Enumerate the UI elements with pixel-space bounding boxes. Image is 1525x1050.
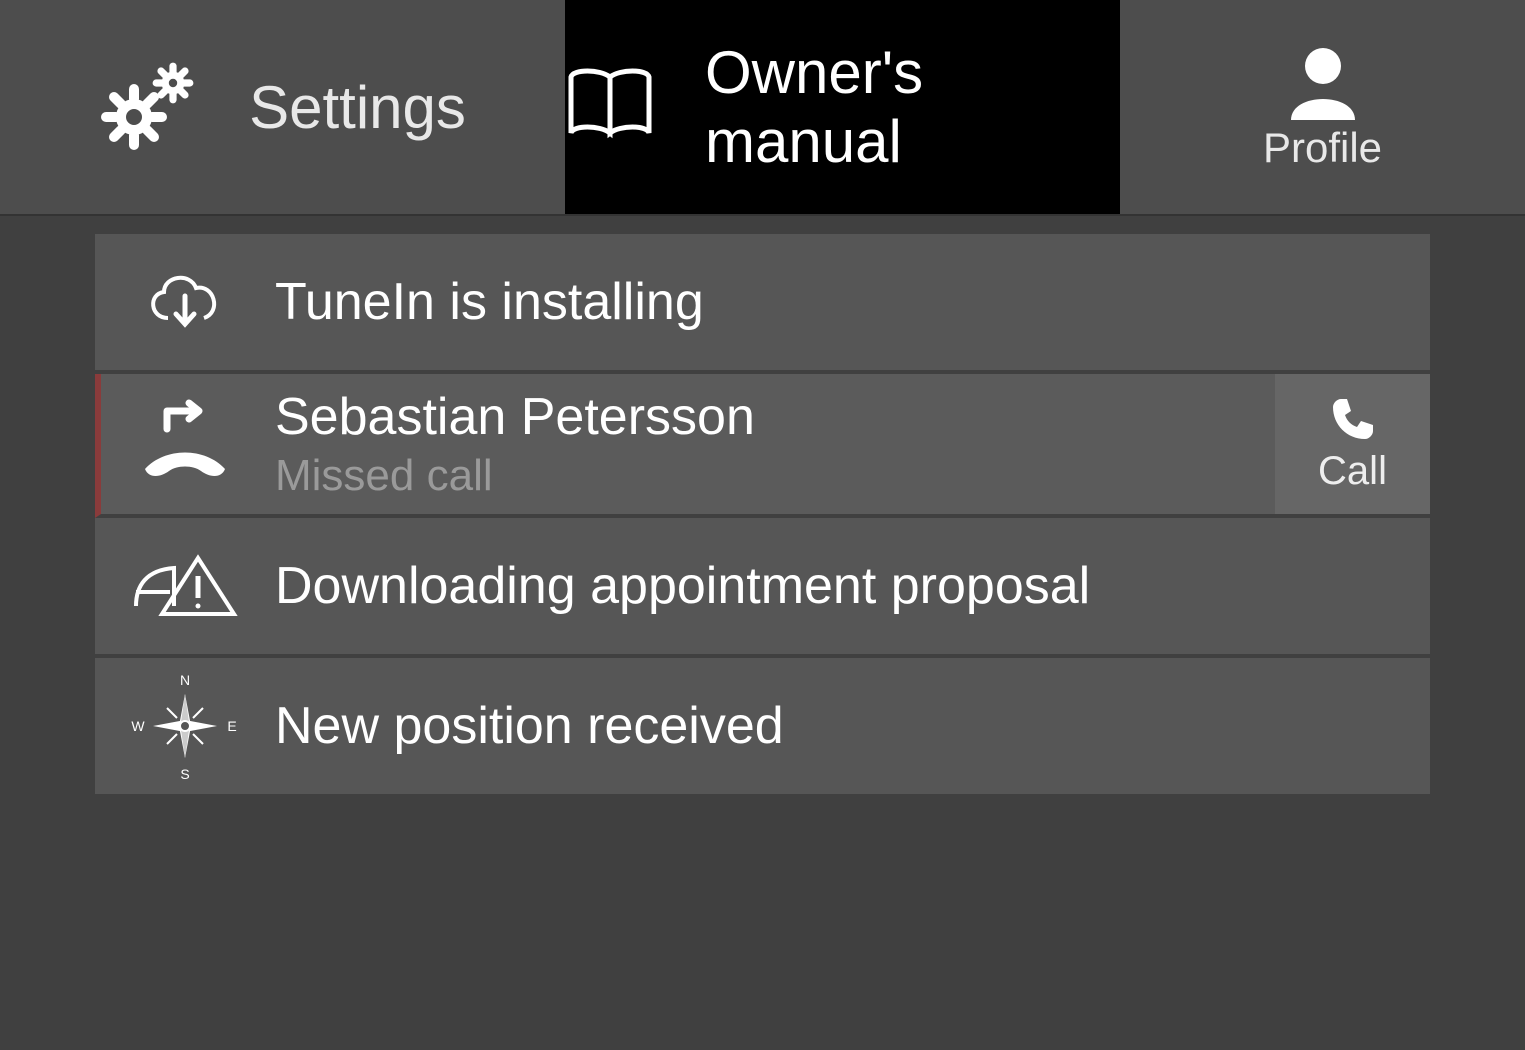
svg-text:S: S [180,766,189,781]
notification-title: New position received [275,696,1430,756]
top-bar: Settings Owner's manual Profile [0,0,1525,216]
notification-item-missed-call[interactable]: Sebastian Petersson Missed call Call [95,374,1430,518]
compass-icon: N S W E [125,671,245,781]
book-icon [565,67,655,147]
notification-subtitle: Missed call [275,451,1275,501]
notification-item-position[interactable]: N S W E [95,658,1430,798]
notification-text: Downloading appointment proposal [245,556,1430,616]
notification-list: TuneIn is installing Sebastian Petersson… [0,216,1525,798]
missed-call-icon [125,399,245,489]
tab-profile-label: Profile [1263,124,1382,172]
tab-owners-manual-label: Owner's manual [705,38,1120,176]
tab-settings[interactable]: Settings [0,0,565,214]
call-button-label: Call [1318,449,1387,494]
svg-text:W: W [131,718,145,734]
notification-title: Sebastian Petersson [275,387,1275,447]
notification-title: Downloading appointment proposal [275,556,1430,616]
gears-icon [99,57,199,157]
tab-owners-manual[interactable]: Owner's manual [565,0,1120,214]
phone-icon [1329,395,1377,443]
svg-text:N: N [180,672,190,688]
cloud-download-icon [125,262,245,342]
notification-text: New position received [245,696,1430,756]
notification-text: Sebastian Petersson Missed call [245,387,1275,501]
call-button[interactable]: Call [1275,374,1430,514]
notification-title: TuneIn is installing [275,272,1430,332]
svg-text:E: E [227,718,236,734]
tab-profile[interactable]: Profile [1120,0,1525,214]
profile-icon [1283,42,1363,122]
notification-item-install[interactable]: TuneIn is installing [95,234,1430,374]
car-warning-icon [125,546,245,626]
notification-item-appointment[interactable]: Downloading appointment proposal [95,518,1430,658]
tab-settings-label: Settings [249,73,466,142]
notification-text: TuneIn is installing [245,272,1430,332]
